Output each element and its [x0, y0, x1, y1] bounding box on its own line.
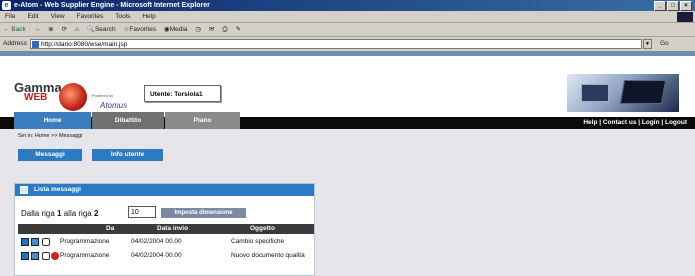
cell-subject: Nuovo documento qualità	[231, 252, 305, 259]
logo-globe-icon	[59, 83, 87, 111]
menu-bar: File Edit View Favorites Tools Help	[0, 11, 695, 23]
address-input[interactable]: http://dario:8080/wse/main.jsp	[30, 39, 642, 49]
cell-subject: Cambio specifiche	[231, 238, 285, 245]
media-button[interactable]: ◉Media	[161, 23, 190, 37]
go-button[interactable]: Go	[660, 40, 669, 47]
address-dropdown-icon[interactable]: ▼	[643, 39, 652, 49]
address-url: http://dario:8080/wse/main.jsp	[41, 41, 128, 48]
site-header: Gamma WEB Powered by Atomus Utente: Tors…	[0, 52, 695, 117]
address-label: Address	[3, 40, 27, 47]
set-size-button[interactable]: Imposta dimensione	[161, 208, 246, 218]
column-header-from: Da	[106, 225, 115, 232]
home-icon[interactable]: ⌂	[72, 23, 82, 37]
messages-button[interactable]: Messaggi	[18, 149, 82, 161]
cell-date: 04/02/2004 00.00	[131, 252, 182, 259]
user-info-button[interactable]: Info utente	[92, 149, 163, 161]
cell-from: Programmazione	[60, 238, 110, 245]
delete-icon[interactable]	[51, 252, 59, 260]
cell-from: Programmazione	[60, 252, 110, 259]
menu-edit[interactable]: Edit	[22, 11, 43, 23]
menu-file[interactable]: File	[0, 11, 20, 23]
view-message-icon[interactable]	[21, 252, 29, 260]
header-top-stripe	[0, 52, 695, 56]
minimize-button[interactable]: _	[654, 1, 666, 11]
header-banner-image	[567, 74, 679, 112]
folder-icon[interactable]	[31, 252, 39, 260]
address-bar: Address http://dario:8080/wse/main.jsp ▼…	[0, 37, 695, 52]
view-message-icon[interactable]	[21, 238, 29, 246]
edit-icon[interactable]: ✎	[233, 23, 244, 37]
tab-piano[interactable]: Piano	[165, 112, 240, 129]
tab-dibattito[interactable]: Dibattito	[92, 112, 164, 129]
mail-icon[interactable]: ✉	[206, 23, 217, 37]
window-titlebar: e e-Atom - Web Supplier Engine - Microso…	[0, 0, 695, 11]
table-row[interactable]: Programmazione 04/02/2004 00.00 Cambio s…	[18, 235, 314, 249]
banner-screen-small	[581, 84, 609, 102]
nav-links[interactable]: Help | Contact us | Login | Logout	[583, 119, 687, 126]
favorites-button[interactable]: ☆Favorites	[121, 23, 160, 37]
page-content: Gamma WEB Powered by Atomus Utente: Tors…	[0, 52, 695, 276]
list-icon	[20, 186, 28, 194]
lock-icon	[42, 252, 50, 260]
window-controls: _ □ ×	[654, 1, 692, 11]
menu-view[interactable]: View	[46, 11, 70, 23]
messages-panel: Lista messaggi Dalla riga 1 alla riga 2 …	[14, 183, 315, 276]
lock-icon	[42, 238, 50, 246]
browser-toolbar: ← Back → ⊗ ⟳ ⌂ 🔍Search ☆Favorites ◉Media…	[0, 23, 695, 37]
ie-icon: e	[2, 1, 11, 10]
back-button[interactable]: ← Back	[0, 23, 29, 37]
gamma-web-logo: Gamma WEB	[14, 80, 62, 103]
maximize-button[interactable]: □	[667, 1, 679, 11]
row-range-info: Dalla riga 1 alla riga 2	[21, 209, 99, 218]
table-row[interactable]: Programmazione 04/02/2004 00.00 Nuovo do…	[18, 249, 314, 263]
panel-title: Lista messaggi	[34, 186, 81, 193]
history-icon[interactable]: ◷	[192, 23, 204, 37]
panel-header: Lista messaggi	[15, 184, 314, 196]
window-title: e-Atom - Web Supplier Engine - Microsoft…	[14, 2, 210, 9]
column-header-subject: Oggetto	[250, 225, 275, 232]
cell-date: 04/02/2004 00.00	[131, 238, 182, 245]
page-size-input[interactable]: 10	[128, 206, 156, 218]
breadcrumb: Sei in: Home >> Messaggi	[18, 133, 83, 139]
tab-home[interactable]: Home	[14, 112, 91, 129]
menu-favorites[interactable]: Favorites	[72, 11, 109, 23]
forward-button[interactable]: →	[31, 23, 44, 37]
menu-tools[interactable]: Tools	[110, 11, 135, 23]
refresh-icon[interactable]: ⟳	[59, 23, 70, 37]
folder-icon[interactable]	[31, 238, 39, 246]
stop-icon[interactable]: ⊗	[45, 23, 56, 37]
search-button[interactable]: 🔍Search	[84, 23, 119, 37]
print-icon[interactable]: ⎙	[219, 23, 230, 37]
close-button[interactable]: ×	[680, 1, 692, 11]
column-header-date: Data invio	[157, 225, 189, 232]
banner-screen	[619, 80, 667, 104]
atomus-logo: Atomus	[100, 101, 128, 110]
main-nav: Home Dibattito Piano Help | Contact us |…	[0, 112, 695, 129]
table-header: Da Data invio Oggetto	[18, 224, 314, 234]
menu-help[interactable]: Help	[137, 11, 160, 23]
current-user-box: Utente: Torsiola1	[144, 85, 221, 102]
page-icon	[32, 41, 39, 48]
windows-logo-icon	[677, 12, 693, 22]
powered-by-label: Powered by	[92, 93, 114, 98]
